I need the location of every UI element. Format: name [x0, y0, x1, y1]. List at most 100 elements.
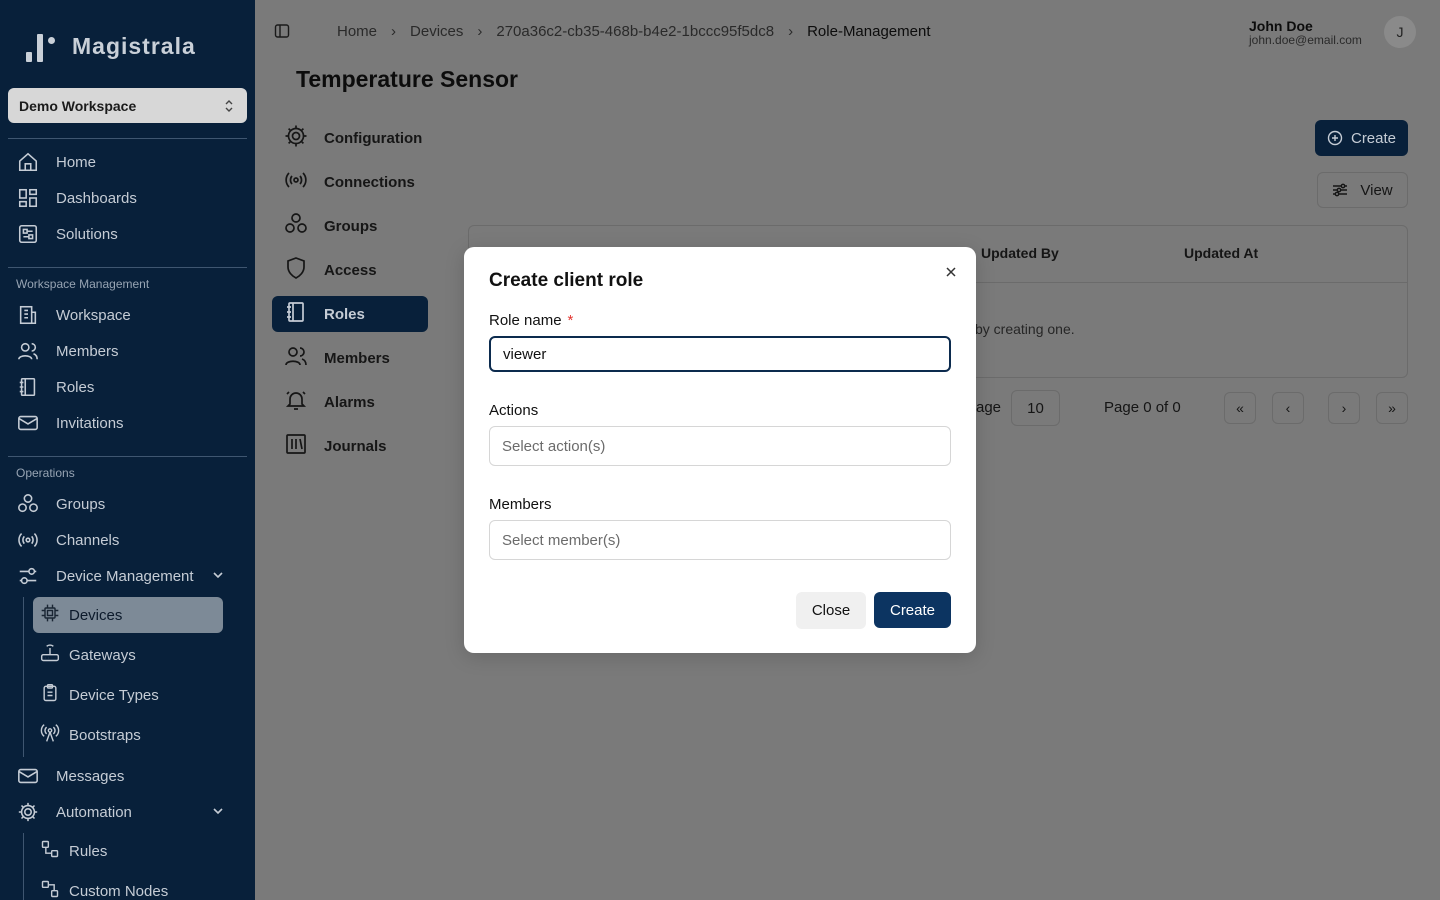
sidebar-item-groups[interactable]: Groups: [16, 489, 241, 519]
chevron-updown-icon: [225, 99, 233, 112]
close-button[interactable]: Close: [796, 592, 866, 629]
members-select[interactable]: Select member(s): [489, 520, 951, 560]
role-name-label: Role name *: [489, 312, 573, 329]
previous-page-button[interactable]: ‹: [1272, 392, 1304, 424]
breadcrumb-devices[interactable]: Devices: [410, 23, 463, 40]
sidebar: Magistrala Demo Workspace Home Dashboard…: [0, 0, 255, 900]
tab-label: Groups: [324, 217, 378, 235]
dialog-title: Create client role: [489, 270, 644, 291]
tab-label: Roles: [324, 305, 365, 323]
sidebar-item-label: Solutions: [56, 225, 118, 243]
sidebar-item-members[interactable]: Members: [16, 336, 241, 366]
first-page-button[interactable]: «: [1224, 392, 1256, 424]
tab-alarms[interactable]: Alarms: [272, 384, 428, 420]
view-label: View: [1360, 181, 1393, 199]
antenna-icon: [40, 723, 60, 747]
chip-icon: [40, 603, 60, 627]
sidebar-item-channels[interactable]: Channels: [16, 525, 241, 555]
nodes-icon: [40, 879, 60, 900]
app-logo[interactable]: Magistrala: [24, 30, 196, 62]
sidebar-item-roles[interactable]: Roles: [16, 372, 241, 402]
user-name: John Doe: [1249, 18, 1313, 34]
sidebar-item-label: Bootstraps: [69, 726, 141, 744]
sidebar-toggle-icon: [274, 24, 290, 38]
logo-icon: [24, 30, 62, 62]
user-info[interactable]: John Doe john.doe@email.com: [1249, 18, 1368, 47]
sidebar-item-label: Members: [56, 342, 119, 360]
sidebar-item-invitations[interactable]: Invitations: [16, 408, 241, 438]
last-page-button[interactable]: »: [1376, 392, 1408, 424]
avatar[interactable]: J: [1384, 16, 1416, 48]
sidebar-subitem-custom-nodes[interactable]: Custom Nodes: [40, 876, 168, 900]
role-name-input[interactable]: viewer: [489, 336, 951, 372]
breadcrumb-device-id[interactable]: 270a36c2-cb35-468b-b4e2-1bccc95f5dc8: [496, 23, 774, 40]
tab-groups[interactable]: Groups: [272, 208, 428, 244]
chevron-right-icon: ›: [1341, 400, 1347, 416]
sidebar-item-label: Device Types: [69, 686, 159, 704]
sidebar-item-label: Devices: [69, 606, 123, 624]
section-label-operations: Operations: [16, 466, 75, 480]
tab-journals[interactable]: Journals: [272, 428, 428, 464]
workspace-select[interactable]: Demo Workspace: [8, 88, 247, 123]
dialog-close-button[interactable]: [943, 264, 959, 280]
notebook-icon: [16, 375, 40, 399]
sidebar-item-solutions[interactable]: Solutions: [16, 219, 241, 249]
column-header-updated-by[interactable]: Updated By: [981, 245, 1059, 261]
chevron-down-icon: [213, 808, 223, 815]
column-header-updated-at[interactable]: Updated At: [1184, 245, 1258, 261]
sidebar-subitem-devices[interactable]: Devices: [33, 597, 223, 633]
plus-circle-icon: [1327, 130, 1343, 146]
next-page-button[interactable]: ›: [1328, 392, 1360, 424]
sidebar-item-label: Channels: [56, 531, 120, 549]
sidebar-item-dashboards[interactable]: Dashboards: [16, 183, 241, 213]
mail-open-icon: [16, 764, 40, 788]
page-title: Temperature Sensor: [296, 66, 518, 92]
close-icon: [946, 267, 956, 277]
sidebar-subitem-device-types[interactable]: Device Types: [40, 680, 159, 710]
sidebar-subitem-bootstraps[interactable]: Bootstraps: [40, 720, 141, 750]
tab-access[interactable]: Access: [272, 252, 428, 288]
section-label-workspace-management: Workspace Management: [16, 277, 150, 291]
view-options-button[interactable]: View: [1317, 172, 1408, 208]
page-info: Page 0 of 0: [1104, 399, 1181, 416]
sidebar-item-label: Messages: [56, 767, 125, 785]
sidebar-item-label: Custom Nodes: [69, 882, 169, 900]
gear-icon: [16, 800, 40, 824]
tab-connections[interactable]: Connections: [272, 164, 428, 200]
sidebar-item-messages[interactable]: Messages: [16, 761, 241, 791]
sidebar-subitem-rules[interactable]: Rules: [40, 836, 107, 866]
rows-per-page-label: age: [976, 399, 1002, 416]
sidebar-item-workspace[interactable]: Workspace: [16, 300, 241, 330]
broadcast-icon: [284, 168, 308, 196]
required-marker: *: [567, 312, 574, 329]
sidebar-item-label: Device Management: [56, 567, 194, 585]
workflow-icon: [40, 839, 60, 863]
sidebar-item-home[interactable]: Home: [16, 147, 241, 177]
groups-icon: [284, 212, 308, 240]
chevron-right-icon: ›: [391, 23, 397, 40]
tab-roles[interactable]: Roles: [272, 296, 428, 332]
create-role-button[interactable]: Create: [1315, 120, 1408, 156]
home-icon: [16, 150, 40, 174]
actions-select[interactable]: Select action(s): [489, 426, 951, 466]
create-role-label: Create: [1350, 129, 1397, 147]
tab-label: Configuration: [324, 129, 423, 147]
tab-members[interactable]: Members: [272, 340, 428, 376]
rows-per-page-select[interactable]: 10: [1011, 390, 1060, 426]
notebook-icon: [284, 300, 308, 328]
create-button[interactable]: Create: [874, 592, 951, 628]
members-label: Members: [489, 496, 552, 513]
breadcrumb-home[interactable]: Home: [337, 23, 377, 40]
workspace-select-value: Demo Workspace: [19, 97, 137, 114]
sidebar-item-label: Workspace: [56, 306, 131, 324]
groups-icon: [16, 492, 40, 516]
tab-label: Journals: [324, 437, 387, 455]
gear-icon: [284, 124, 308, 152]
sidebar-item-device-management[interactable]: Device Management: [16, 561, 241, 591]
sidebar-toggle-button[interactable]: [274, 23, 290, 44]
actions-label: Actions: [489, 402, 539, 419]
sidebar-subitem-gateways[interactable]: Gateways: [40, 640, 136, 670]
sidebar-item-automation[interactable]: Automation: [16, 797, 241, 827]
sidebar-item-label: Home: [56, 153, 97, 171]
tab-configuration[interactable]: Configuration: [272, 120, 428, 156]
